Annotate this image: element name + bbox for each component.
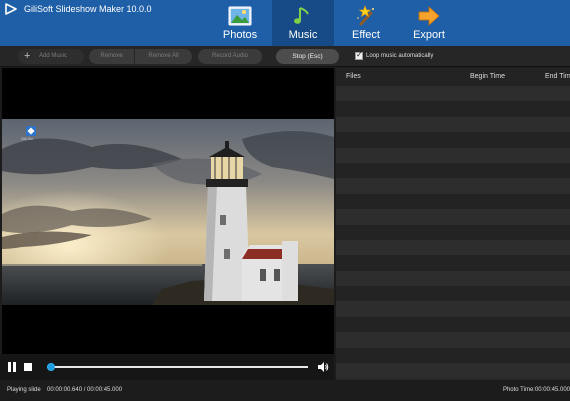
app-window: GiliSoft Slideshow Maker 10.0.0 Photos M… <box>0 0 570 401</box>
tab-effect-label: Effect <box>352 29 380 41</box>
seek-bar[interactable] <box>46 363 308 371</box>
status-time: 00:00:00.640 / 00:00:45.000 <box>47 387 123 393</box>
table-row <box>336 347 570 364</box>
table-row <box>336 255 570 271</box>
preview-photo <box>2 119 334 305</box>
loop-music-label: Loop music automatically <box>366 53 434 59</box>
status-bar: Playing slide 00:00:00.640 / 00:00:45.00… <box>0 380 570 401</box>
watermark-logo-icon <box>26 126 36 136</box>
table-row <box>336 132 570 148</box>
table-row <box>336 86 570 102</box>
record-audio-button[interactable]: Record Audio <box>198 49 262 64</box>
stop-button[interactable]: Stop (Esc) <box>276 49 339 64</box>
music-file-list[interactable]: Files Begin Time End Time <box>336 68 570 380</box>
watermark-text: Gili So <box>21 136 33 141</box>
tab-effect[interactable]: Effect <box>335 0 397 46</box>
music-note-icon <box>294 7 309 24</box>
tab-music-label: Music <box>288 29 318 41</box>
photos-icon <box>228 6 252 26</box>
column-header-end-time[interactable]: End Time <box>545 68 570 86</box>
list-header: Files Begin Time End Time <box>336 68 570 86</box>
toolbar: + Add Music Remove Remove All Record Aud… <box>0 46 570 67</box>
pause-bar-left <box>8 362 11 372</box>
table-row <box>336 332 570 348</box>
loop-music-checkbox[interactable]: ✓ <box>355 50 363 60</box>
table-row <box>336 301 570 317</box>
magic-wand-icon <box>357 5 374 26</box>
table-row <box>336 162 570 179</box>
table-row <box>336 193 570 210</box>
table-row <box>336 178 570 194</box>
table-row <box>336 270 570 287</box>
player-controls <box>0 354 334 380</box>
window-title: GiliSoft Slideshow Maker 10.0.0 <box>24 4 152 14</box>
pause-button[interactable] <box>7 362 17 372</box>
table-row <box>336 316 570 333</box>
table-row <box>336 363 570 379</box>
play-logo-icon <box>5 3 17 15</box>
table-row <box>336 209 570 225</box>
column-header-files[interactable]: Files <box>346 68 361 86</box>
table-row <box>336 147 570 163</box>
table-row <box>336 286 570 302</box>
seek-thumb[interactable] <box>46 363 55 371</box>
tab-export-label: Export <box>413 29 445 41</box>
checkmark-icon: ✓ <box>356 50 363 59</box>
table-row <box>336 116 570 133</box>
stop-playback-button[interactable] <box>24 363 32 371</box>
plus-icon: + <box>24 50 31 62</box>
tab-photos-label: Photos <box>222 29 258 41</box>
table-row <box>336 101 570 117</box>
tab-photos[interactable]: Photos <box>209 0 271 46</box>
pause-bar-right <box>13 362 16 372</box>
add-music-button[interactable]: + Add Music <box>18 49 84 64</box>
top-nav-bar: GiliSoft Slideshow Maker 10.0.0 Photos M… <box>0 0 570 46</box>
export-arrow-icon <box>418 6 440 26</box>
volume-icon[interactable] <box>317 361 329 373</box>
photo-time: Photo Time:00:00:45.000 <box>502 387 570 393</box>
tab-export[interactable]: Export <box>398 0 460 46</box>
slide-preview: Gili So <box>2 68 334 354</box>
table-row <box>336 224 570 240</box>
status-label: Playing slide <box>7 387 41 393</box>
column-header-begin-time[interactable]: Begin Time <box>470 68 505 86</box>
tab-music[interactable]: Music <box>272 0 334 46</box>
table-row <box>336 239 570 256</box>
add-music-label: Add Music <box>39 53 68 59</box>
list-rows <box>336 86 570 380</box>
remove-button[interactable]: Remove <box>89 49 134 64</box>
remove-all-button[interactable]: Remove All <box>135 49 192 64</box>
